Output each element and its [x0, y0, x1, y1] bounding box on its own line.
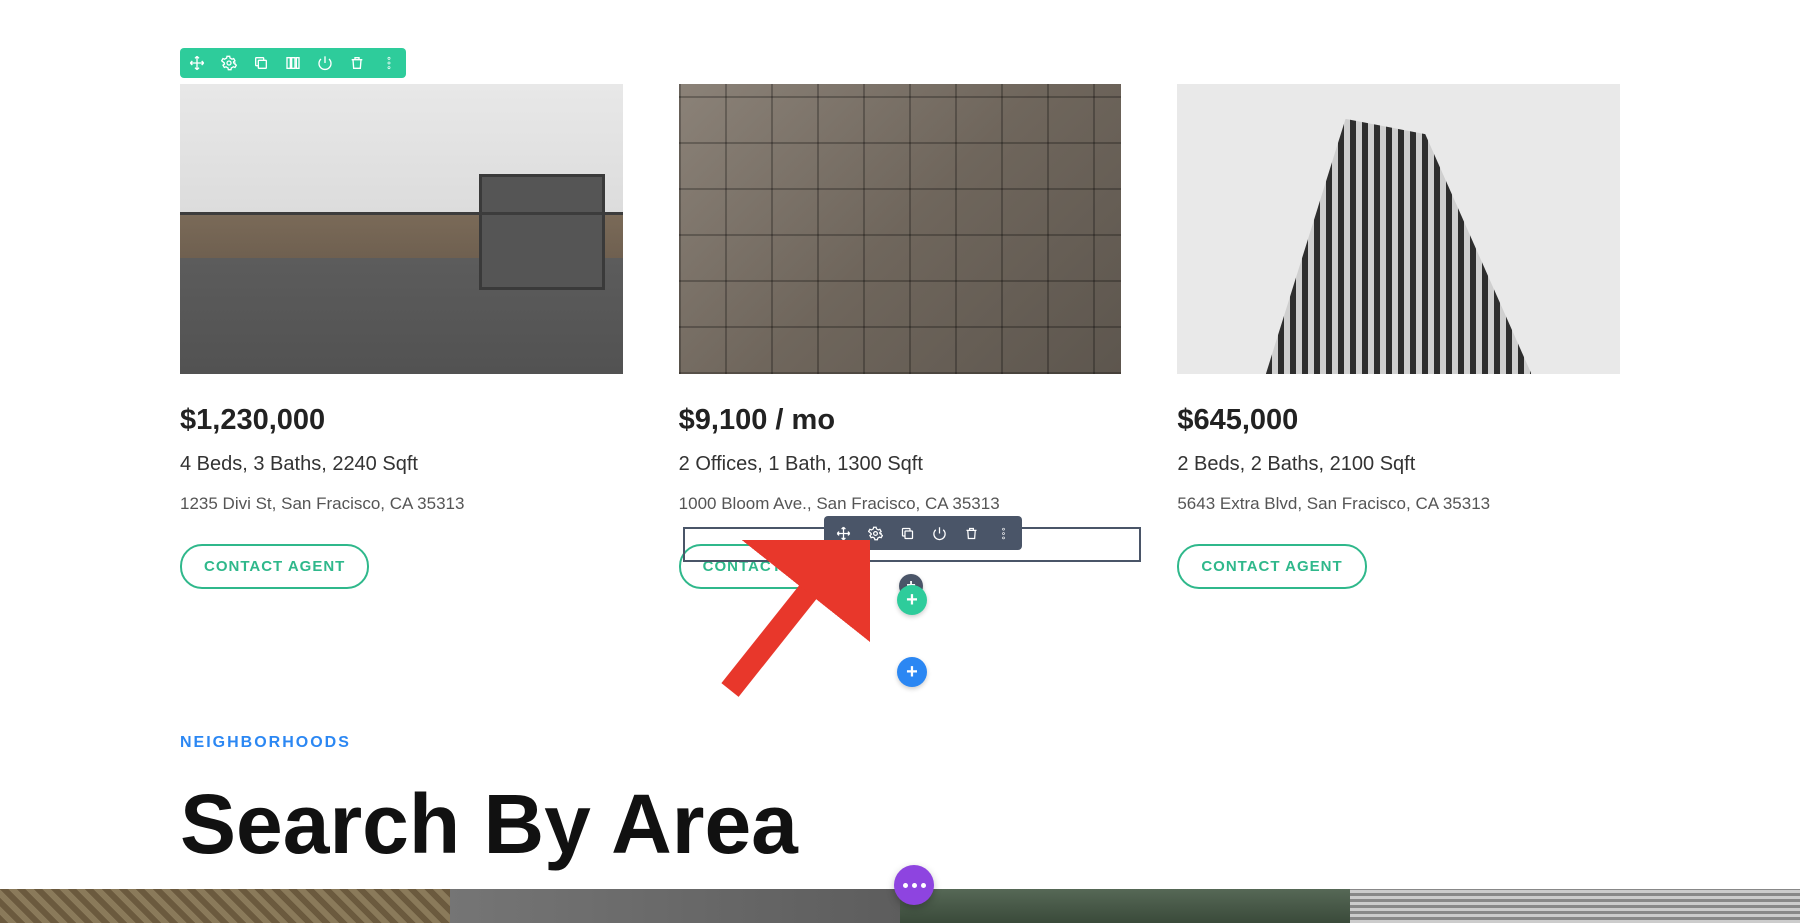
power-icon[interactable]	[930, 524, 948, 542]
listing-address: 1000 Bloom Ave., San Fracisco, CA 35313	[679, 494, 1122, 514]
listing-address: 5643 Extra Blvd, San Fracisco, CA 35313	[1177, 494, 1620, 514]
move-icon[interactable]	[188, 54, 206, 72]
listing-card: $9,100 / mo 2 Offices, 1 Bath, 1300 Sqft…	[679, 84, 1122, 589]
listing-image	[1177, 84, 1620, 374]
power-icon[interactable]	[316, 54, 334, 72]
listing-specs: 4 Beds, 3 Baths, 2240 Sqft	[180, 453, 623, 476]
listing-price: $1,230,000	[180, 404, 623, 437]
module-toolbar[interactable]	[824, 516, 1022, 550]
duplicate-icon[interactable]	[898, 524, 916, 542]
add-row-button[interactable]: +	[897, 585, 927, 615]
gear-icon[interactable]	[866, 524, 884, 542]
listing-card: $1,230,000 4 Beds, 3 Baths, 2240 Sqft 12…	[180, 84, 623, 589]
listings-row: $1,230,000 4 Beds, 3 Baths, 2240 Sqft 12…	[180, 0, 1620, 589]
columns-icon[interactable]	[284, 54, 302, 72]
listing-card: $645,000 2 Beds, 2 Baths, 2100 Sqft 5643…	[1177, 84, 1620, 589]
more-icon[interactable]	[994, 524, 1012, 542]
contact-agent-button[interactable]: CONTACT AGENT	[679, 544, 868, 589]
builder-settings-fab[interactable]	[894, 865, 934, 905]
delete-icon[interactable]	[962, 524, 980, 542]
gear-icon[interactable]	[220, 54, 238, 72]
listing-image	[679, 84, 1122, 374]
listing-address: 1235 Divi St, San Fracisco, CA 35313	[180, 494, 623, 514]
section-kicker: NEIGHBORHOODS	[180, 734, 1620, 752]
more-icon[interactable]	[380, 54, 398, 72]
listing-specs: 2 Offices, 1 Bath, 1300 Sqft	[679, 453, 1122, 476]
section-headline: Search By Area	[180, 780, 1620, 868]
listing-specs: 2 Beds, 2 Baths, 2100 Sqft	[1177, 453, 1620, 476]
add-section-button[interactable]: +	[897, 657, 927, 687]
delete-icon[interactable]	[348, 54, 366, 72]
move-icon[interactable]	[834, 524, 852, 542]
listing-price: $645,000	[1177, 404, 1620, 437]
listing-image	[180, 84, 623, 374]
listing-price: $9,100 / mo	[679, 404, 1122, 437]
section-toolbar[interactable]	[180, 48, 406, 78]
contact-agent-button[interactable]: CONTACT AGENT	[180, 544, 369, 589]
contact-agent-button[interactable]: CONTACT AGENT	[1177, 544, 1366, 589]
lower-section: NEIGHBORHOODS Search By Area	[180, 734, 1620, 868]
duplicate-icon[interactable]	[252, 54, 270, 72]
